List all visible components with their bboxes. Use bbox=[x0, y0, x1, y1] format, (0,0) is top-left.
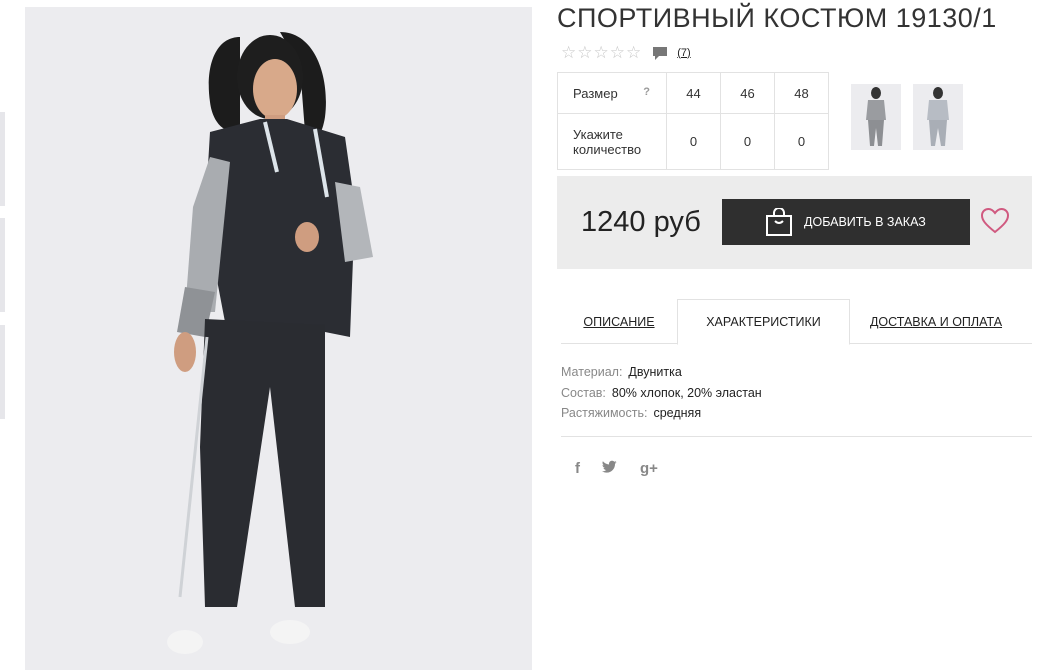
twitter-icon[interactable] bbox=[602, 460, 618, 477]
product-thumbnail[interactable] bbox=[851, 84, 901, 150]
social-share: f g+ bbox=[575, 460, 680, 477]
facebook-icon[interactable]: f bbox=[575, 460, 580, 477]
star-icon[interactable]: ☆ bbox=[577, 44, 592, 61]
add-to-order-label: ДОБАВИТЬ В ЗАКАЗ bbox=[804, 215, 926, 229]
quantity-label: Укажите количество bbox=[557, 113, 667, 170]
shopping-bag-icon bbox=[766, 207, 792, 236]
tab-characteristics[interactable]: ХАРАКТЕРИСТИКИ bbox=[677, 299, 850, 345]
size-quantity-table: Размер ? 44 46 48 Укажите количество 0 0… bbox=[557, 72, 829, 170]
heart-icon[interactable] bbox=[980, 207, 1010, 234]
rating: ☆ ☆ ☆ ☆ ☆ (7) bbox=[561, 44, 691, 61]
star-icon[interactable]: ☆ bbox=[610, 44, 625, 61]
main-product-photo[interactable] bbox=[25, 7, 532, 670]
product-thumbnail[interactable] bbox=[913, 84, 963, 150]
size-label: Размер bbox=[573, 85, 618, 101]
tab-description[interactable]: ОПИСАНИЕ bbox=[561, 299, 677, 344]
star-icon[interactable]: ☆ bbox=[594, 44, 609, 61]
add-to-order-button[interactable]: ДОБАВИТЬ В ЗАКАЗ bbox=[722, 199, 970, 245]
characteristic-row: Состав: 80% хлопок, 20% эластан bbox=[561, 383, 762, 404]
characteristic-value: 80% хлопок, 20% эластан bbox=[611, 385, 762, 400]
characteristic-row: Материал: Двунитка bbox=[561, 362, 762, 383]
edge-thumbnail[interactable] bbox=[0, 218, 5, 312]
size-option: 48 bbox=[774, 72, 829, 114]
product-title: СПОРТИВНЫЙ КОСТЮМ 19130/1 bbox=[557, 3, 997, 33]
characteristic-key: Растяжимость: bbox=[561, 406, 648, 420]
price: 1240 руб bbox=[581, 206, 701, 238]
quantity-input[interactable]: 0 bbox=[720, 113, 775, 170]
reviews-count-link[interactable]: (7) bbox=[677, 47, 690, 59]
characteristic-value: средняя bbox=[653, 406, 702, 420]
help-icon[interactable]: ? bbox=[643, 86, 650, 98]
size-option: 46 bbox=[720, 72, 775, 114]
characteristic-key: Состав: bbox=[561, 385, 606, 400]
star-icon[interactable]: ☆ bbox=[626, 44, 641, 61]
divider bbox=[561, 436, 1032, 437]
edge-thumbnail[interactable] bbox=[0, 325, 5, 419]
comment-icon bbox=[652, 46, 668, 60]
star-icon[interactable]: ☆ bbox=[561, 44, 576, 61]
edge-thumbnail[interactable] bbox=[0, 112, 5, 206]
tab-delivery-payment[interactable]: ДОСТАВКА И ОПЛАТА bbox=[850, 299, 1022, 344]
google-plus-icon[interactable]: g+ bbox=[640, 460, 658, 477]
characteristic-value: Двунитка bbox=[628, 365, 682, 379]
size-option: 44 bbox=[666, 72, 721, 114]
product-tabs: ОПИСАНИЕ ХАРАКТЕРИСТИКИ ДОСТАВКА И ОПЛАТ… bbox=[561, 299, 1032, 345]
quantity-input[interactable]: 0 bbox=[774, 113, 829, 170]
quantity-input[interactable]: 0 bbox=[666, 113, 721, 170]
size-label-cell: Размер ? bbox=[557, 72, 667, 114]
characteristic-row: Растяжимость: средняя bbox=[561, 403, 762, 424]
characteristics-list: Материал: Двунитка Состав: 80% хлопок, 20%… bbox=[561, 362, 762, 424]
characteristic-key: Материал: bbox=[561, 365, 623, 379]
order-box: 1240 руб ДОБАВИТЬ В ЗАКАЗ bbox=[557, 176, 1032, 269]
